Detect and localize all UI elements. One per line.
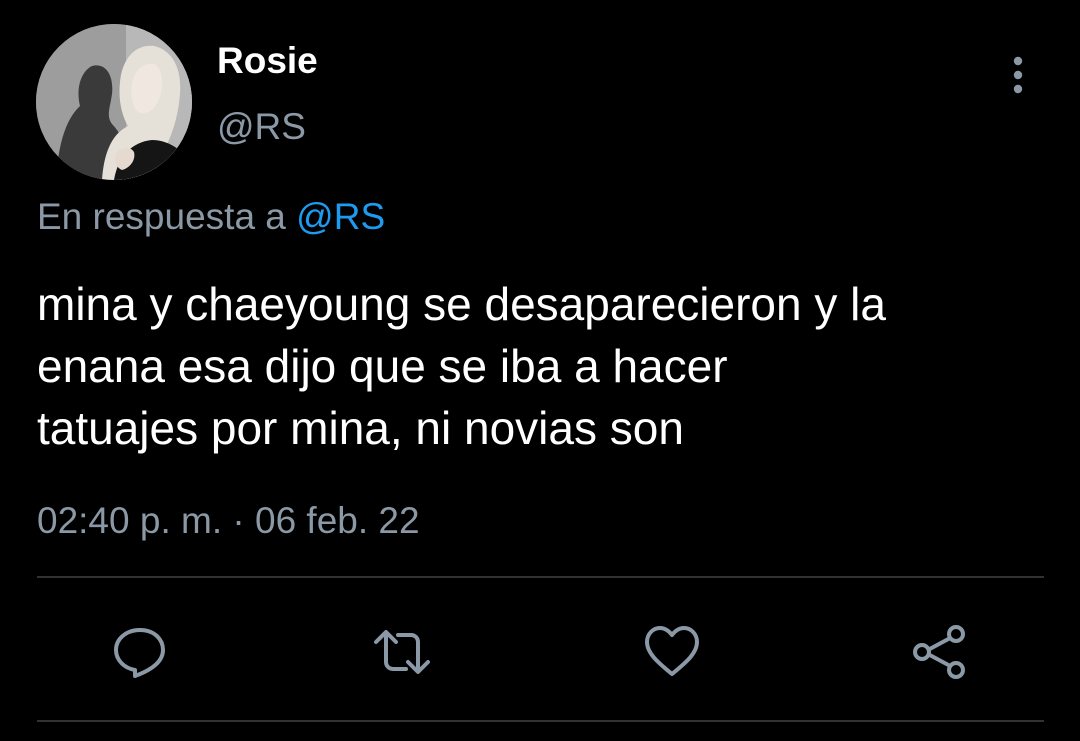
divider [37,576,1044,578]
reply-icon [114,628,165,678]
like-icon [645,626,699,676]
more-vertical-icon [1013,56,1023,94]
more-options-button[interactable] [996,52,1040,96]
share-button[interactable] [910,622,970,682]
like-button[interactable] [642,622,702,682]
tweet-timestamp[interactable]: 02:40 p. m. · 06 feb. 22 [37,500,420,542]
share-icon [913,625,965,679]
avatar-photo [36,24,192,180]
avatar[interactable] [36,24,192,180]
reply-context: En respuesta a @RS [37,196,385,238]
reply-button[interactable] [110,622,170,682]
reply-mention-link[interactable]: @RS [296,196,385,237]
retweet-button[interactable] [372,622,432,682]
tweet-text: mina y chaeyoung se desaparecieron y la … [37,278,886,454]
reply-prefix: En respuesta a [37,196,286,237]
divider [37,720,1044,722]
user-handle[interactable]: @RS [217,106,306,148]
retweet-icon [374,630,430,674]
display-name[interactable]: Rosie [217,40,318,82]
